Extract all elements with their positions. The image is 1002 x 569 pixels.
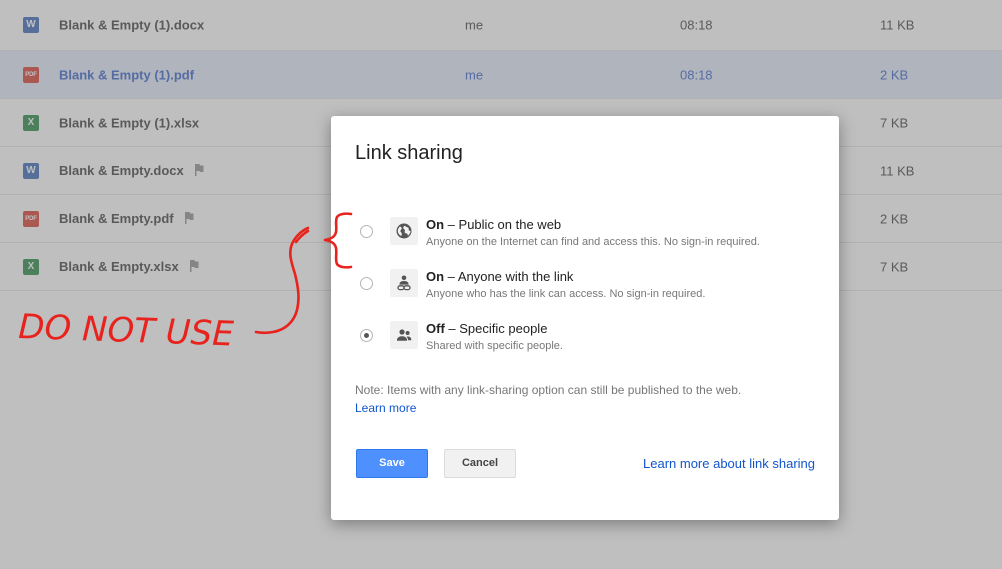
globe-icon [390,217,418,245]
link-sharing-dialog: Link sharing On – Public on the web Anyo… [331,116,839,520]
cancel-button[interactable]: Cancel [444,449,516,478]
option-separator: – [444,321,460,336]
option-separator: – [444,217,459,232]
option-title: On – Anyone with the link [426,269,573,284]
people-icon [390,321,418,349]
person-link-icon [390,269,418,297]
option-public-on-web[interactable]: On – Public on the web Anyone on the Int… [331,217,839,267]
save-button[interactable]: Save [356,449,428,478]
drive-page: W Blank & Empty (1).docx me 08:18 11 KB … [0,0,1002,569]
option-title: Off – Specific people [426,321,547,336]
option-description: Anyone on the Internet can find and acce… [426,236,760,248]
option-separator: – [444,269,458,284]
option-specific-people[interactable]: Off – Specific people Shared with specif… [331,321,839,371]
dialog-title: Link sharing [355,142,463,164]
option-anyone-with-link[interactable]: On – Anyone with the link Anyone who has… [331,269,839,319]
option-title: On – Public on the web [426,217,561,232]
radio-specific-people[interactable] [360,329,373,342]
option-state: On [426,269,445,284]
option-description: Shared with specific people. [426,340,563,352]
option-description: Anyone who has the link can access. No s… [426,288,706,300]
radio-public-on-web[interactable] [360,225,373,238]
option-label: Anyone with the link [457,269,574,284]
learn-more-link[interactable]: Learn more [355,401,416,415]
option-state: On [426,217,445,232]
option-label: Specific people [459,321,548,336]
radio-anyone-with-link[interactable] [360,277,373,290]
option-label: Public on the web [458,217,562,232]
option-state: Off [426,321,445,336]
publish-note: Note: Items with any link-sharing option… [355,383,742,397]
learn-more-about-link-sharing-link[interactable]: Learn more about link sharing [643,456,815,471]
